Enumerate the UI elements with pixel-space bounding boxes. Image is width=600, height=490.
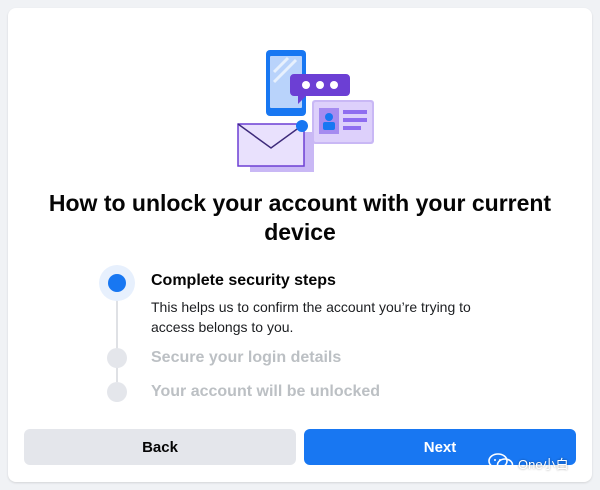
- step-label-secure-login: Secure your login details: [151, 349, 342, 366]
- unlock-illustration: [237, 50, 374, 172]
- id-card-icon: [312, 100, 374, 144]
- unlock-account-dialog: How to unlock your account with your cur…: [8, 8, 592, 482]
- step-description: This helps us to confirm the account you…: [151, 299, 471, 335]
- step-indicator-inactive: [107, 348, 127, 368]
- step-indicator-inactive: [107, 382, 127, 402]
- step-connector-line: [116, 290, 118, 382]
- next-button[interactable]: Next: [304, 429, 576, 465]
- step-label-complete-security: Complete security steps: [151, 272, 336, 289]
- step-indicator-active: [108, 274, 126, 292]
- chat-bubble-icon: [290, 74, 350, 104]
- step-label-account-unlocked: Your account will be unlocked: [151, 383, 381, 400]
- dialog-title: How to unlock your account with your cur…: [48, 190, 552, 245]
- progress-steps: Complete security steps This helps us to…: [96, 260, 516, 410]
- back-button[interactable]: Back: [24, 429, 296, 465]
- envelope-icon: [237, 120, 314, 172]
